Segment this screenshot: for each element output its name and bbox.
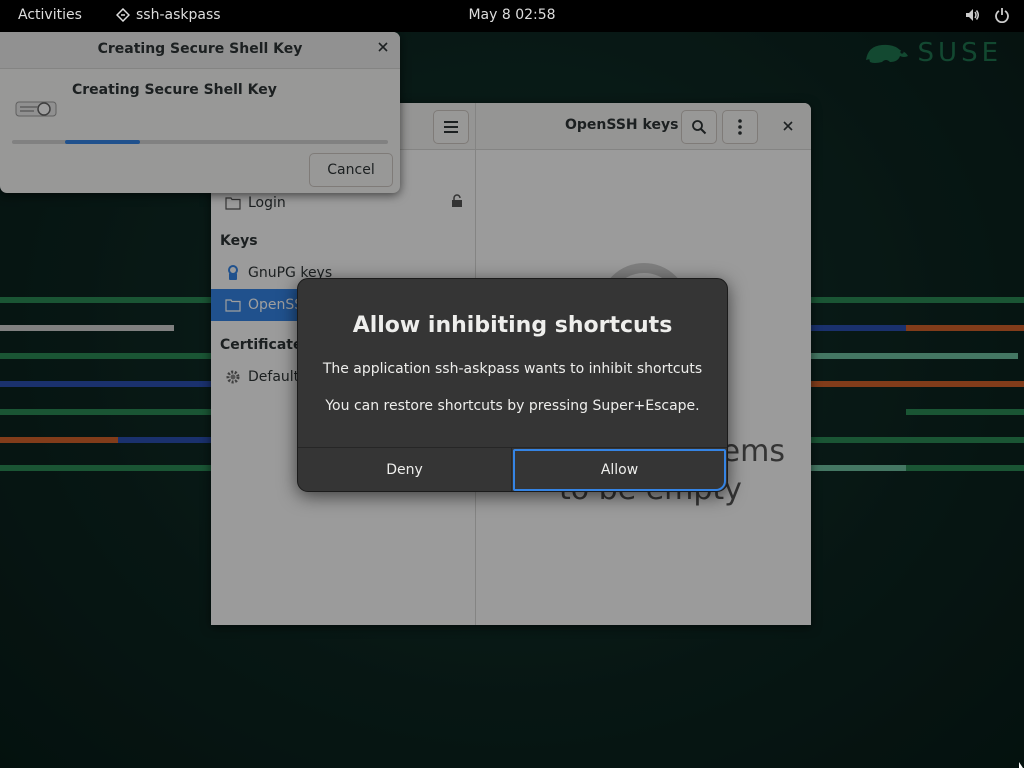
- app-diamond-icon: [116, 8, 130, 22]
- speaker-icon[interactable]: [964, 7, 980, 23]
- activities-button[interactable]: Activities: [18, 7, 82, 23]
- dialog-body: The application ssh-askpass wants to inh…: [322, 361, 703, 377]
- clock[interactable]: May 8 02:58: [468, 7, 555, 23]
- app-menu-label: ssh-askpass: [136, 7, 221, 23]
- mouse-cursor: [1019, 762, 1023, 768]
- focus-ring: [513, 449, 726, 491]
- deny-button-label: Deny: [386, 462, 423, 478]
- app-menu[interactable]: ssh-askpass: [116, 7, 221, 23]
- system-tray[interactable]: [964, 7, 1010, 23]
- inhibit-shortcuts-dialog: Allow inhibiting shortcuts The applicati…: [297, 278, 728, 492]
- allow-button[interactable]: Allow: [512, 448, 727, 491]
- top-bar: Activities ssh-askpass May 8 02:58: [0, 0, 1024, 32]
- deny-button[interactable]: Deny: [298, 448, 512, 491]
- dialog-hint: You can restore shortcuts by pressing Su…: [325, 398, 700, 414]
- power-icon[interactable]: [994, 7, 1010, 23]
- dialog-title: Allow inhibiting shortcuts: [352, 313, 673, 338]
- dialog-button-row: Deny Allow: [298, 447, 727, 491]
